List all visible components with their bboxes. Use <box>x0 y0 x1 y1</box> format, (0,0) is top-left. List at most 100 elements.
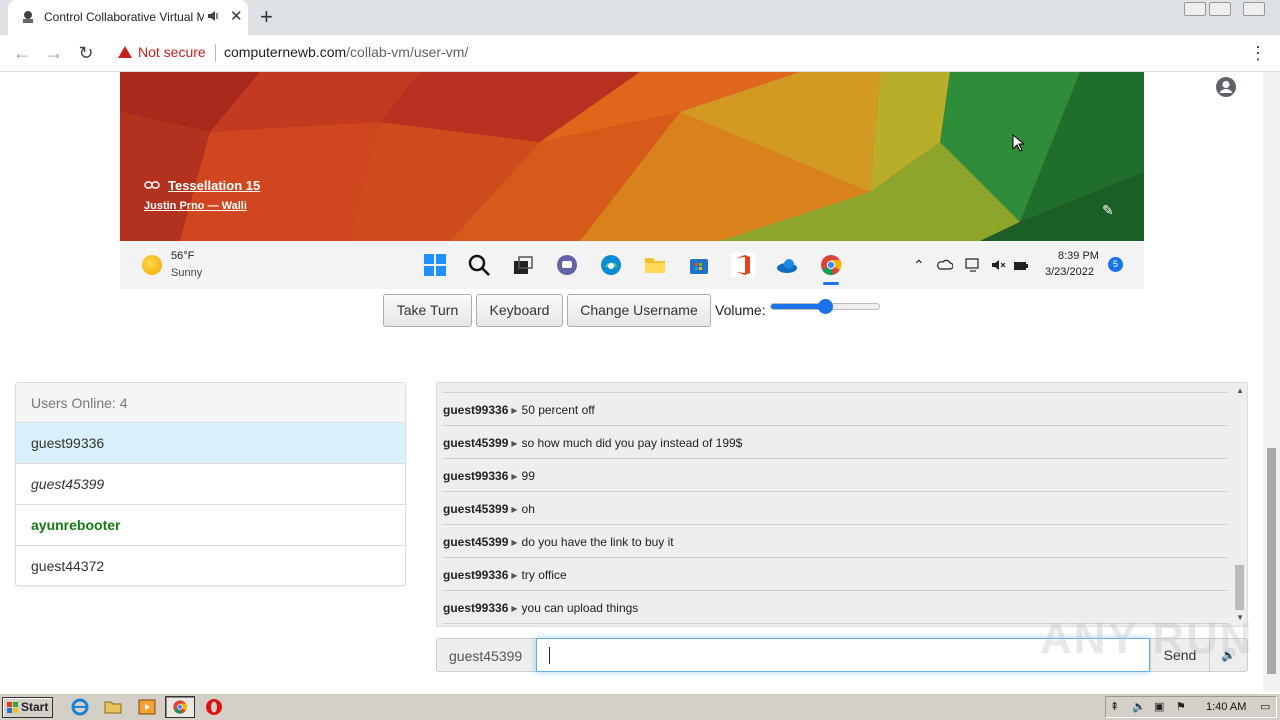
file-explorer-icon[interactable] <box>643 253 667 277</box>
vm-taskbar: 56°F Sunny ⌃ 8:39 PM 3/23/2022 5 <box>120 241 1144 289</box>
chat-scroll-up-icon[interactable]: ▲ <box>1236 386 1244 395</box>
start-button[interactable]: Start <box>2 697 53 718</box>
reload-icon[interactable]: ↻ <box>74 41 98 65</box>
store-icon[interactable] <box>687 253 711 277</box>
tray-volume-muted-icon[interactable] <box>990 257 1006 273</box>
new-tab-icon[interactable]: + <box>260 5 273 29</box>
chat-message-user[interactable]: guest99336 <box>443 469 508 483</box>
volume-label: Volume: <box>715 302 766 318</box>
user-list-item[interactable]: guest99336 <box>16 423 405 464</box>
mouse-cursor-icon <box>1012 134 1024 152</box>
weather-condition[interactable]: Sunny <box>171 267 202 279</box>
chat-message-text: try office <box>521 568 567 582</box>
tray-arrow-icon[interactable]: ⇞ <box>1110 700 1119 713</box>
task-view-icon[interactable] <box>511 253 535 277</box>
wallpaper-author-link[interactable]: Justin Prno — Walli <box>144 200 247 212</box>
users-online-header: Users Online: 4 <box>16 383 405 423</box>
take-turn-button[interactable]: Take Turn <box>383 294 472 327</box>
edit-pencil-icon[interactable]: ✎ <box>1102 202 1114 219</box>
minimize-button[interactable] <box>1184 2 1206 16</box>
host-clock[interactable]: 1:40 AM <box>1206 701 1246 713</box>
weather-temperature[interactable]: 56°F <box>171 250 194 262</box>
browser-tab[interactable]: Control Collaborative Virtual Ma ✕ <box>8 0 248 35</box>
edge-icon[interactable] <box>599 253 623 277</box>
media-player-icon[interactable] <box>137 697 157 717</box>
start-label: Start <box>21 700 49 714</box>
tray-battery-icon[interactable] <box>1013 257 1029 273</box>
menu-kebab-icon[interactable]: ⋮ <box>1246 41 1270 65</box>
window-close-button[interactable] <box>1243 2 1265 16</box>
host-taskbar: Start ⇞ 🔈 ▣ ⚑ ▭ 1:40 AM <box>0 693 1280 720</box>
security-label: Not secure <box>138 44 206 60</box>
message-arrow-icon: ▶ <box>511 538 518 547</box>
tab-close-icon[interactable]: ✕ <box>230 8 243 26</box>
chrome-taskbar-button[interactable] <box>165 696 195 718</box>
anyrun-watermark: ANY RUN <box>1040 614 1254 663</box>
opera-icon[interactable] <box>204 697 224 717</box>
onedrive-icon[interactable] <box>775 253 799 277</box>
host-system-tray: ⇞ 🔈 ▣ ⚑ ▭ <box>1105 696 1277 718</box>
explorer-folder-icon[interactable] <box>103 697 123 717</box>
chat-message-text: so how much did you pay instead of 199$ <box>521 436 743 450</box>
tab-audio-icon[interactable] <box>206 9 220 23</box>
message-arrow-icon: ▶ <box>511 472 518 481</box>
chat-message-user[interactable]: guest45399 <box>443 535 508 549</box>
chat-message-user[interactable]: guest45399 <box>443 436 508 450</box>
search-icon[interactable] <box>467 253 491 277</box>
warning-icon <box>118 46 132 58</box>
volume-slider[interactable] <box>770 299 880 314</box>
user-list-item[interactable]: guest45399 <box>16 464 405 505</box>
sun-icon[interactable] <box>142 255 162 275</box>
message-arrow-icon: ▶ <box>511 604 518 613</box>
security-indicator[interactable]: Not secure <box>118 44 206 60</box>
message-arrow-icon: ▶ <box>511 406 518 415</box>
tray-speaker-icon[interactable]: 🔈 <box>1132 700 1146 713</box>
forward-icon[interactable]: → <box>42 41 66 65</box>
chat-message: guest45399 ▶ so how much did you pay inste… <box>443 426 1227 459</box>
notification-badge[interactable]: 5 <box>1108 257 1123 272</box>
change-username-button[interactable]: Change Username <box>567 294 711 327</box>
chat-message-user[interactable]: guest99336 <box>443 568 508 582</box>
vm-screen[interactable]: Tessellation 15 Justin Prno — Walli ✎ 56… <box>120 72 1144 289</box>
ie-icon[interactable] <box>70 697 90 717</box>
tray-flag-icon[interactable]: ⚑ <box>1176 700 1186 713</box>
chat-message-user[interactable]: guest99336 <box>443 403 508 417</box>
chat-message: guest99336 ▶ try office <box>443 558 1227 591</box>
keyboard-button[interactable]: Keyboard <box>476 294 563 327</box>
vm-clock-date[interactable]: 3/23/2022 <box>1045 266 1094 278</box>
maximize-button[interactable] <box>1209 2 1231 16</box>
page-scrollbar-thumb[interactable] <box>1267 448 1276 674</box>
url-domain: computernewb.com <box>224 44 347 60</box>
chrome-icon[interactable] <box>819 253 843 277</box>
tray-network-host-icon[interactable]: ▣ <box>1154 700 1164 713</box>
windows-start-icon[interactable] <box>423 253 447 277</box>
chat-message: guest45399 ▶ oh <box>443 492 1227 525</box>
users-online-panel: Users Online: 4 guest99336 guest45399 ayun… <box>15 382 406 586</box>
chat-message-text: 99 <box>521 469 535 483</box>
user-list-item[interactable]: ayunrebooter <box>16 505 405 546</box>
chat-scrollbar-thumb[interactable] <box>1235 565 1244 610</box>
chat-username-addon: guest45399 <box>436 638 537 672</box>
volume-slider-thumb[interactable] <box>818 299 833 314</box>
tray-overflow-chevron-icon[interactable]: ⌃ <box>913 257 929 273</box>
office-icon[interactable] <box>731 253 755 277</box>
url-text[interactable]: computernewb.com/collab-vm/user-vm/ <box>224 44 468 60</box>
tray-network-icon[interactable] <box>965 257 981 273</box>
teams-chat-icon[interactable] <box>555 253 579 277</box>
back-icon[interactable]: ← <box>10 41 34 65</box>
wallpaper-title-link[interactable]: Tessellation 15 <box>168 178 260 193</box>
vm-clock-time[interactable]: 8:39 PM <box>1058 250 1099 262</box>
tray-onedrive-icon[interactable] <box>937 257 953 273</box>
omnibox-separator <box>215 44 216 62</box>
user-list-item[interactable]: guest44372 <box>16 546 405 587</box>
tray-desktop-icon[interactable]: ▭ <box>1260 700 1270 713</box>
message-arrow-icon: ▶ <box>511 439 518 448</box>
chat-message-user[interactable]: guest99336 <box>443 601 508 615</box>
browser-tab-strip: Control Collaborative Virtual Ma ✕ + <box>0 0 1280 35</box>
page-scrollbar[interactable] <box>1263 72 1280 692</box>
url-path: /collab-vm/user-vm/ <box>346 44 469 60</box>
profile-icon[interactable] <box>1216 77 1236 97</box>
chat-log[interactable]: guest99336 ▶ 50 percent off guest45399 ▶ so h… <box>436 382 1248 627</box>
chat-message-user[interactable]: guest45399 <box>443 502 508 516</box>
active-app-indicator <box>823 282 839 285</box>
